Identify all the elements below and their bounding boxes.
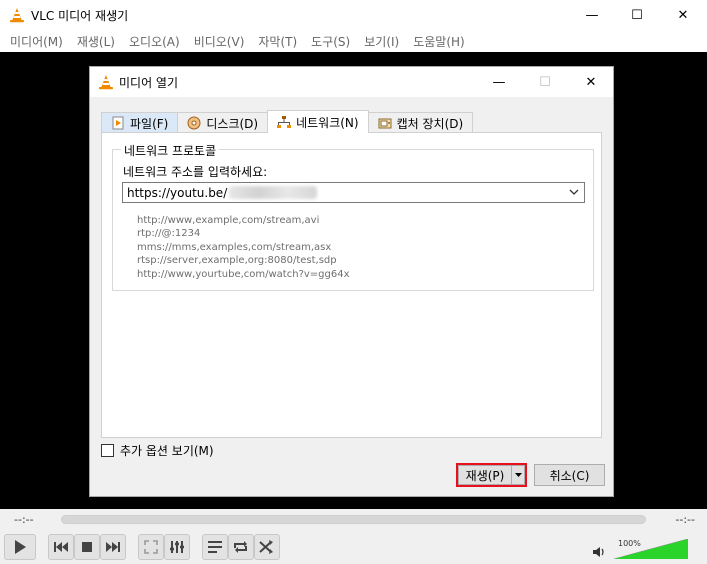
close-icon: ✕ (677, 7, 689, 23)
network-url-combobox[interactable]: https://youtu.be/ (122, 182, 585, 203)
tab-network-label: 네트워크(N) (296, 115, 359, 130)
next-icon (106, 542, 120, 552)
play-split-button: 재생(P) (456, 463, 527, 487)
main-titlebar: VLC 미디어 재생기 — ☐ ✕ (0, 0, 707, 30)
disc-icon (187, 116, 201, 130)
play-button-main[interactable]: 재생(P) (458, 465, 512, 485)
close-button[interactable]: ✕ (660, 0, 706, 30)
menu-audio[interactable]: 오디오(A) (122, 33, 187, 50)
shuffle-button[interactable] (254, 534, 280, 560)
dialog-maximize-button: ☐ (522, 67, 568, 97)
seekbar-row: --:-- --:-- (0, 509, 707, 531)
menu-media[interactable]: 미디어(M) (3, 33, 70, 50)
dialog-titlebar: 미디어 열기 — ☐ ✕ (90, 67, 613, 97)
playlist-icon (208, 541, 222, 553)
shuffle-icon (259, 540, 273, 554)
redacted-url-part (229, 186, 318, 199)
play-button[interactable] (4, 534, 36, 560)
minimize-icon: — (585, 7, 599, 23)
group-title: 네트워크 프로토콜 (121, 142, 220, 159)
total-time[interactable]: --:-- (675, 513, 695, 526)
menu-view[interactable]: 보기(I) (357, 33, 406, 50)
dialog-close-button[interactable]: ✕ (568, 67, 614, 97)
seek-slider[interactable] (61, 515, 646, 524)
example-url: mms://mms,examples,com/stream,asx (137, 241, 332, 253)
network-tab-panel: 네트워크 프로토콜 네트워크 주소를 입력하세요: https://youtu.… (101, 132, 602, 438)
tab-capture-label: 캡처 장치(D) (396, 116, 464, 131)
volume-slider[interactable] (614, 539, 688, 559)
controls-row: 100% (0, 531, 707, 564)
menu-playback[interactable]: 재생(L) (70, 33, 122, 50)
url-value: https://youtu.be/ (127, 185, 228, 200)
open-media-dialog: 미디어 열기 — ☐ ✕ 파일(F) 디스크(D) 네트워크(N) 캡처 장치(… (89, 66, 614, 497)
example-urls: http://www,example,com/stream,avi rtp://… (137, 214, 350, 281)
close-icon: ✕ (585, 74, 597, 90)
tab-network[interactable]: 네트워크(N) (267, 110, 369, 133)
maximize-icon: ☐ (631, 7, 643, 23)
speaker-icon[interactable] (592, 546, 606, 558)
cancel-button[interactable]: 취소(C) (534, 464, 605, 486)
dialog-tabs: 파일(F) 디스크(D) 네트워크(N) 캡처 장치(D) (101, 110, 474, 133)
menu-tools[interactable]: 도구(S) (304, 33, 357, 50)
tab-file-label: 파일(F) (130, 116, 169, 131)
stop-button[interactable] (74, 534, 100, 560)
tab-disc[interactable]: 디스크(D) (177, 112, 269, 133)
fullscreen-button[interactable] (138, 534, 164, 560)
previous-icon (54, 542, 68, 552)
menu-video[interactable]: 비디오(V) (187, 33, 252, 50)
menu-subtitle[interactable]: 자막(T) (251, 33, 304, 50)
elapsed-time: --:-- (14, 513, 34, 526)
file-play-icon (112, 116, 124, 130)
example-url: rtp://@:1234 (137, 228, 201, 240)
maximize-icon: ☐ (539, 74, 551, 90)
equalizer-icon (170, 541, 184, 553)
vlc-cone-icon (99, 75, 113, 90)
play-icon (15, 540, 26, 554)
more-options-toggle[interactable]: 추가 옵션 보기(M) (101, 442, 214, 459)
previous-button[interactable] (48, 534, 74, 560)
next-button[interactable] (100, 534, 126, 560)
example-url: http://www,example,com/stream,avi (137, 215, 320, 226)
minimize-button[interactable]: — (569, 0, 615, 30)
playlist-button[interactable] (202, 534, 228, 560)
url-prompt: 네트워크 주소를 입력하세요: (123, 165, 268, 179)
more-options-checkbox[interactable] (101, 444, 114, 457)
vlc-cone-icon (10, 8, 24, 23)
tab-capture-device[interactable]: 캡처 장치(D) (367, 112, 474, 133)
loop-button[interactable] (228, 534, 254, 560)
window-title: VLC 미디어 재생기 (31, 9, 129, 23)
caret-down-icon (514, 472, 522, 477)
more-options-label: 추가 옵션 보기(M) (120, 444, 214, 458)
fullscreen-icon (144, 540, 158, 554)
play-dropdown-button[interactable] (512, 465, 525, 485)
network-protocol-group: 네트워크 프로토콜 네트워크 주소를 입력하세요: https://youtu.… (112, 142, 594, 291)
tab-disc-label: 디스크(D) (206, 116, 259, 131)
chevron-down-icon[interactable] (568, 186, 580, 198)
cancel-label: 취소(C) (549, 468, 590, 483)
maximize-button[interactable]: ☐ (614, 0, 660, 30)
example-url: http://www,yourtube,com/watch?v=gg64x (137, 268, 350, 280)
minimize-icon: — (492, 74, 506, 90)
example-url: rtsp://server,example,org:8080/test,sdp (137, 255, 337, 267)
tab-file[interactable]: 파일(F) (101, 112, 179, 133)
extended-settings-button[interactable] (164, 534, 190, 560)
dialog-title: 미디어 열기 (119, 76, 179, 90)
menubar: 미디어(M) 재생(L) 오디오(A) 비디오(V) 자막(T) 도구(S) 보… (0, 30, 707, 52)
capture-device-icon (378, 118, 392, 129)
network-icon (277, 116, 292, 128)
dialog-minimize-button[interactable]: — (476, 67, 522, 97)
menu-help[interactable]: 도움말(H) (406, 33, 472, 50)
loop-icon (234, 541, 247, 553)
play-label: 재생(P) (465, 468, 505, 483)
stop-icon (82, 542, 92, 552)
